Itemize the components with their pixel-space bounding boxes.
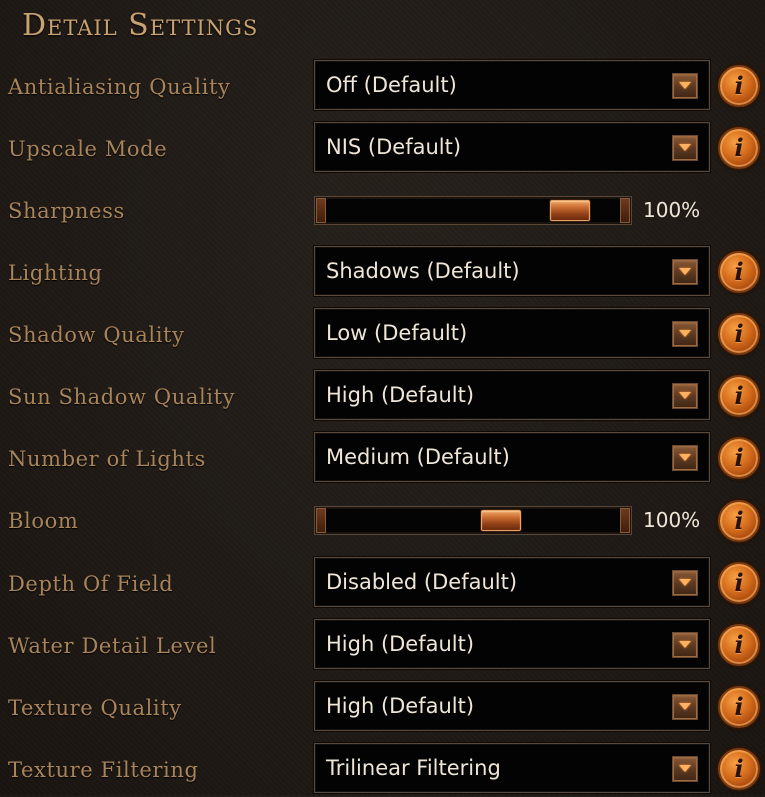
info-icon[interactable]: i bbox=[718, 375, 760, 417]
dropdown-value: Medium (Default) bbox=[326, 445, 510, 469]
dropdown-value: Trilinear Filtering bbox=[326, 756, 501, 780]
setting-row-upscale-mode: Upscale Mode NIS (Default) i bbox=[0, 122, 765, 176]
slider-value: 100% bbox=[643, 198, 701, 222]
setting-label: Shadow Quality bbox=[8, 323, 185, 347]
info-glyph: i bbox=[734, 568, 744, 597]
setting-row-number-of-lights: Number of Lights Medium (Default) i bbox=[0, 432, 765, 486]
info-icon[interactable]: i bbox=[718, 127, 760, 169]
number-of-lights-dropdown[interactable]: Medium (Default) bbox=[314, 432, 710, 482]
info-icon[interactable]: i bbox=[718, 562, 760, 604]
info-glyph: i bbox=[734, 754, 744, 783]
slider-right-cap bbox=[620, 508, 630, 533]
setting-row-sharpness: Sharpness 100% bbox=[0, 184, 765, 238]
info-glyph: i bbox=[734, 381, 744, 410]
texture-filtering-dropdown[interactable]: Trilinear Filtering bbox=[314, 743, 710, 793]
setting-row-texture-quality: Texture Quality High (Default) i bbox=[0, 681, 765, 735]
info-glyph: i bbox=[734, 71, 744, 100]
chevron-down-icon[interactable] bbox=[672, 694, 698, 720]
chevron-down-icon[interactable] bbox=[672, 632, 698, 658]
chevron-down-icon[interactable] bbox=[672, 383, 698, 409]
setting-row-water-detail-level: Water Detail Level High (Default) i bbox=[0, 619, 765, 673]
info-icon[interactable]: i bbox=[718, 624, 760, 666]
upscale-mode-dropdown[interactable]: NIS (Default) bbox=[314, 122, 710, 172]
setting-label: Upscale Mode bbox=[8, 137, 168, 161]
dropdown-value: High (Default) bbox=[326, 632, 475, 656]
bloom-slider[interactable] bbox=[314, 506, 632, 535]
dropdown-value: High (Default) bbox=[326, 694, 475, 718]
setting-label: Sharpness bbox=[8, 199, 125, 223]
lighting-dropdown[interactable]: Shadows (Default) bbox=[314, 246, 710, 296]
chevron-down-icon[interactable] bbox=[672, 259, 698, 285]
dropdown-value: Disabled (Default) bbox=[326, 570, 518, 594]
slider-value: 100% bbox=[643, 508, 701, 532]
slider-handle[interactable] bbox=[480, 510, 521, 531]
dropdown-value: High (Default) bbox=[326, 383, 475, 407]
slider-left-cap bbox=[316, 198, 326, 223]
antialiasing-quality-dropdown[interactable]: Off (Default) bbox=[314, 60, 710, 110]
water-detail-level-dropdown[interactable]: High (Default) bbox=[314, 619, 710, 669]
info-icon[interactable]: i bbox=[718, 313, 760, 355]
sun-shadow-quality-dropdown[interactable]: High (Default) bbox=[314, 370, 710, 420]
setting-label: Number of Lights bbox=[8, 447, 206, 471]
setting-row-texture-filtering: Texture Filtering Trilinear Filtering i bbox=[0, 743, 765, 797]
setting-row-lighting: Lighting Shadows (Default) i bbox=[0, 246, 765, 300]
chevron-down-icon[interactable] bbox=[672, 135, 698, 161]
setting-label: Water Detail Level bbox=[8, 634, 217, 658]
info-icon[interactable]: i bbox=[718, 437, 760, 479]
slider-handle[interactable] bbox=[549, 200, 590, 221]
dropdown-value: Low (Default) bbox=[326, 321, 468, 345]
setting-label: Depth Of Field bbox=[8, 572, 174, 596]
setting-label: Texture Filtering bbox=[8, 758, 199, 782]
info-glyph: i bbox=[734, 692, 744, 721]
chevron-down-icon[interactable] bbox=[672, 756, 698, 782]
chevron-down-icon[interactable] bbox=[672, 570, 698, 596]
slider-right-cap bbox=[620, 198, 630, 223]
setting-row-depth-of-field: Depth Of Field Disabled (Default) i bbox=[0, 557, 765, 611]
texture-quality-dropdown[interactable]: High (Default) bbox=[314, 681, 710, 731]
setting-label: Bloom bbox=[8, 509, 79, 533]
info-icon[interactable]: i bbox=[718, 251, 760, 293]
depth-of-field-dropdown[interactable]: Disabled (Default) bbox=[314, 557, 710, 607]
setting-label: Antialiasing Quality bbox=[8, 75, 231, 99]
setting-row-shadow-quality: Shadow Quality Low (Default) i bbox=[0, 308, 765, 362]
info-icon[interactable]: i bbox=[718, 686, 760, 728]
info-glyph: i bbox=[734, 630, 744, 659]
setting-label: Texture Quality bbox=[8, 696, 182, 720]
sharpness-slider[interactable] bbox=[314, 196, 632, 225]
info-icon[interactable]: i bbox=[718, 500, 760, 542]
shadow-quality-dropdown[interactable]: Low (Default) bbox=[314, 308, 710, 358]
info-glyph: i bbox=[734, 506, 744, 535]
info-glyph: i bbox=[734, 133, 744, 162]
info-glyph: i bbox=[734, 443, 744, 472]
dropdown-value: NIS (Default) bbox=[326, 135, 462, 159]
slider-left-cap bbox=[316, 508, 326, 533]
chevron-down-icon[interactable] bbox=[672, 73, 698, 99]
dropdown-value: Shadows (Default) bbox=[326, 259, 520, 283]
slider-track[interactable] bbox=[314, 506, 632, 535]
info-glyph: i bbox=[734, 257, 744, 286]
setting-row-antialiasing-quality: Antialiasing Quality Off (Default) i bbox=[0, 60, 765, 114]
chevron-down-icon[interactable] bbox=[672, 445, 698, 471]
setting-row-bloom: Bloom 100% i bbox=[0, 494, 765, 548]
info-glyph: i bbox=[734, 319, 744, 348]
setting-row-sun-shadow-quality: Sun Shadow Quality High (Default) i bbox=[0, 370, 765, 424]
page-title: Detail Settings bbox=[22, 8, 259, 43]
setting-label: Lighting bbox=[8, 261, 103, 285]
chevron-down-icon[interactable] bbox=[672, 321, 698, 347]
info-icon[interactable]: i bbox=[718, 748, 760, 790]
info-icon[interactable]: i bbox=[718, 65, 760, 107]
setting-label: Sun Shadow Quality bbox=[8, 385, 236, 409]
dropdown-value: Off (Default) bbox=[326, 73, 457, 97]
